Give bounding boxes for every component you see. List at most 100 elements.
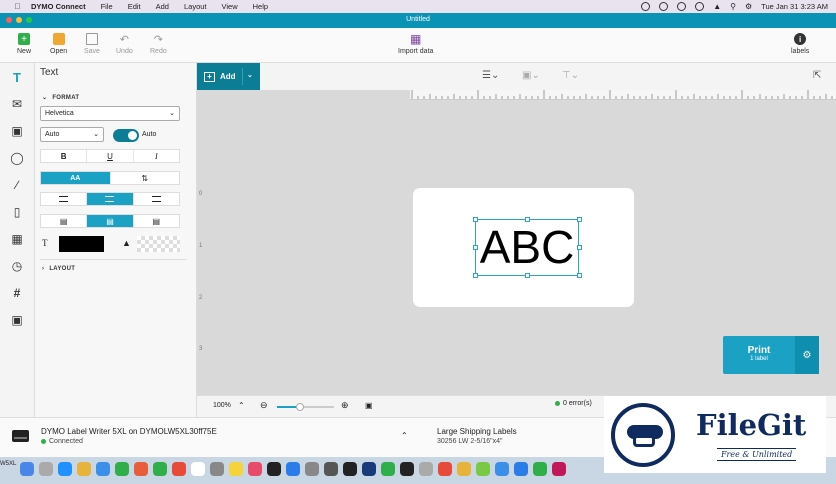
- all-caps-button[interactable]: AA: [41, 172, 111, 184]
- menubar-clock[interactable]: Tue Jan 31 3:23 AM: [761, 2, 828, 11]
- auto-fit-toggle[interactable]: [113, 129, 139, 142]
- resize-handle[interactable]: [525, 217, 530, 222]
- align-center-icon[interactable]: [87, 193, 134, 205]
- dock-app-icon[interactable]: [552, 462, 566, 476]
- chrome-icon[interactable]: [77, 462, 91, 476]
- contacts-icon[interactable]: [191, 462, 205, 476]
- resize-handle[interactable]: [473, 245, 478, 250]
- menu-help[interactable]: Help: [253, 2, 268, 11]
- photos-icon[interactable]: [134, 462, 148, 476]
- expand-canvas-icon[interactable]: ⇱: [813, 70, 821, 81]
- label-type-name[interactable]: Large Shipping Labels: [437, 427, 517, 436]
- shape-tool-icon[interactable]: ◯: [10, 151, 24, 165]
- undo-button[interactable]: ↶ Undo: [116, 33, 133, 56]
- counter-tool-icon[interactable]: #: [10, 286, 24, 300]
- redo-button[interactable]: ↷ Redo: [150, 33, 167, 56]
- menu-app-name[interactable]: DYMO Connect: [31, 2, 86, 11]
- format-section-header[interactable]: ⌄ FORMAT: [42, 94, 79, 102]
- print-button[interactable]: Print 1 label ⚙: [723, 336, 819, 374]
- qrcode-tool-icon[interactable]: ▦: [10, 232, 24, 246]
- apple-icon[interactable]: : [13, 2, 22, 11]
- dock-app-icon[interactable]: [343, 462, 357, 476]
- new-button[interactable]: + New: [17, 33, 31, 55]
- align-bottom-icon[interactable]: ▤: [134, 215, 179, 227]
- save-button[interactable]: Save: [84, 33, 100, 55]
- dock-app-icon[interactable]: [495, 462, 509, 476]
- reminders-icon[interactable]: [210, 462, 224, 476]
- layout-section-header[interactable]: › LAYOUT: [42, 266, 75, 272]
- menu-file[interactable]: File: [101, 2, 113, 11]
- underline-button[interactable]: U: [87, 150, 134, 162]
- zoom-slider-knob[interactable]: [296, 403, 304, 411]
- launchpad-icon[interactable]: [39, 462, 53, 476]
- labels-button[interactable]: i labels: [791, 33, 809, 55]
- bold-button[interactable]: B: [41, 150, 88, 162]
- battery-icon[interactable]: [695, 2, 705, 11]
- menu-view[interactable]: View: [222, 2, 238, 11]
- dock-app-icon[interactable]: [457, 462, 471, 476]
- fit-to-window-icon[interactable]: ▣: [365, 401, 373, 410]
- italic-button[interactable]: I: [134, 150, 179, 162]
- print-settings-icon[interactable]: ⚙: [795, 336, 819, 374]
- control-center-icon[interactable]: ⚙: [745, 2, 752, 11]
- frame-tool-icon[interactable]: ▣: [10, 313, 24, 327]
- text-color-swatch[interactable]: [59, 236, 104, 252]
- text-object[interactable]: ABC: [475, 219, 579, 276]
- safari-icon[interactable]: [58, 462, 72, 476]
- chevron-up-icon[interactable]: ⌃: [401, 431, 408, 440]
- line-tool-icon[interactable]: ∕: [10, 178, 24, 192]
- music-icon[interactable]: [248, 462, 262, 476]
- dock-app-icon[interactable]: [476, 462, 490, 476]
- status-icon-1[interactable]: [641, 2, 651, 11]
- resize-handle[interactable]: [525, 273, 530, 278]
- font-size-select[interactable]: Auto ⌄: [40, 127, 104, 142]
- image-tool-icon[interactable]: ▣: [10, 124, 24, 138]
- resize-handle[interactable]: [577, 245, 582, 250]
- open-button[interactable]: Open: [50, 33, 67, 55]
- add-object-button[interactable]: + Add ⌄: [197, 63, 260, 90]
- tv-icon[interactable]: [267, 462, 281, 476]
- notes-icon[interactable]: [229, 462, 243, 476]
- resize-handle[interactable]: [577, 217, 582, 222]
- import-data-button[interactable]: ▦ Import data: [398, 32, 433, 55]
- chevron-up-icon[interactable]: ⌃: [238, 401, 245, 410]
- finder-icon[interactable]: [20, 462, 34, 476]
- chevron-down-icon[interactable]: ⌄: [247, 71, 253, 79]
- fill-color-swatch[interactable]: [137, 236, 180, 252]
- resize-handle[interactable]: [473, 217, 478, 222]
- align-right-icon[interactable]: [134, 193, 179, 205]
- dock-app-icon[interactable]: [533, 462, 547, 476]
- search-icon[interactable]: ⚲: [730, 2, 736, 11]
- resize-handle[interactable]: [473, 273, 478, 278]
- status-icon-2[interactable]: [659, 2, 669, 11]
- datetime-tool-icon[interactable]: ◷: [10, 259, 24, 273]
- distribute-objects-icon[interactable]: ⊤⌄: [562, 70, 579, 81]
- menu-add[interactable]: Add: [156, 2, 169, 11]
- dock-app-icon[interactable]: [362, 462, 376, 476]
- app-store-icon[interactable]: [286, 462, 300, 476]
- terminal-icon[interactable]: [400, 462, 414, 476]
- settings-icon[interactable]: [305, 462, 319, 476]
- calendar-icon[interactable]: [172, 462, 186, 476]
- align-top-icon[interactable]: ▤: [41, 215, 88, 227]
- error-indicator[interactable]: 0 error(s): [555, 400, 592, 407]
- align-middle-icon[interactable]: ▤: [87, 215, 134, 227]
- resize-handle[interactable]: [577, 273, 582, 278]
- dock-app-icon[interactable]: [381, 462, 395, 476]
- align-objects-icon[interactable]: ☰⌄: [482, 70, 499, 81]
- facetime-icon[interactable]: [153, 462, 167, 476]
- font-family-select[interactable]: Helvetica ⌄: [40, 106, 180, 121]
- align-left-icon[interactable]: [41, 193, 88, 205]
- address-tool-icon[interactable]: ✉: [10, 97, 24, 111]
- text-tool-icon[interactable]: T: [10, 70, 24, 85]
- menu-layout[interactable]: Layout: [184, 2, 207, 11]
- dock-app-icon[interactable]: [514, 462, 528, 476]
- dock-app-icon[interactable]: [419, 462, 433, 476]
- status-icon-3[interactable]: [677, 2, 687, 11]
- print-main[interactable]: Print 1 label: [723, 336, 795, 374]
- mail-icon[interactable]: [96, 462, 110, 476]
- wifi-icon[interactable]: ▲: [713, 2, 721, 11]
- zoom-in-icon[interactable]: ⊕: [341, 400, 349, 411]
- barcode-tool-icon[interactable]: ▯: [10, 205, 24, 219]
- zoom-out-icon[interactable]: ⊖: [260, 400, 268, 411]
